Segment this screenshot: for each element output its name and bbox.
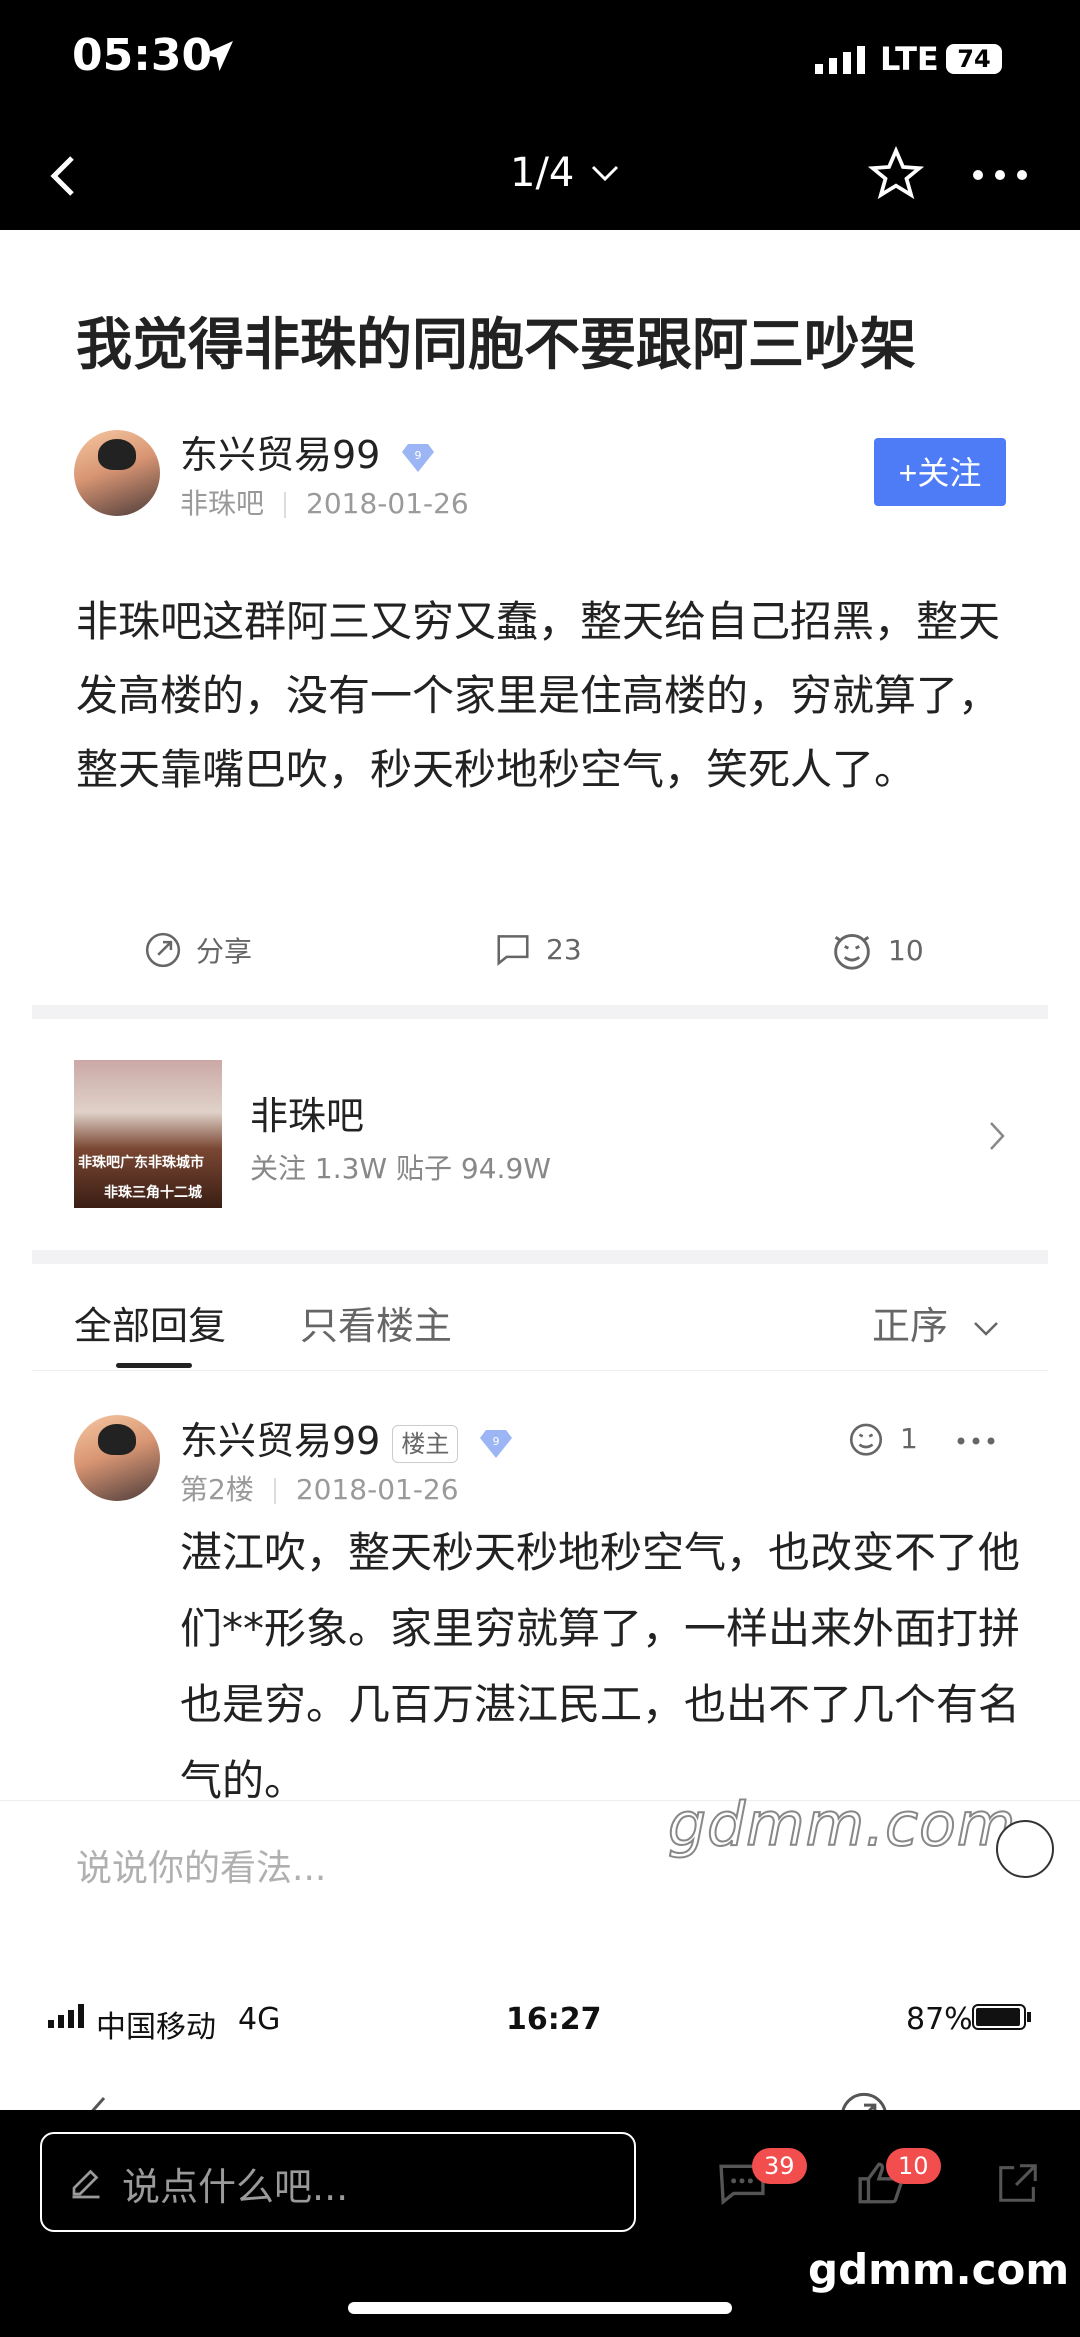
- post-meta: 非珠吧 2018-01-26: [180, 482, 469, 522]
- watermark: gdmm.com: [667, 1789, 1017, 1861]
- location-arrow-icon: [203, 41, 233, 71]
- level-badge-icon: 9: [480, 1429, 513, 1458]
- divider: [32, 1005, 1048, 1019]
- thumb-caption-1: 非珠吧广东非珠城市: [78, 1155, 204, 1171]
- level-badge-icon: 9: [402, 443, 435, 472]
- share-icon: [145, 932, 181, 968]
- signal-icon: [815, 46, 865, 74]
- tab-owner-only[interactable]: 只看楼主: [300, 1295, 452, 1350]
- chevron-down-icon: [974, 1321, 998, 1336]
- chevron-down-icon[interactable]: [590, 164, 620, 184]
- share-button[interactable]: 分享: [144, 930, 252, 970]
- avatar[interactable]: [74, 430, 160, 516]
- reply-date: 2018-01-26: [295, 1473, 459, 1506]
- reply-like-count: 1: [900, 1421, 918, 1455]
- divider: [32, 1250, 1048, 1264]
- top-nav: 1/4: [0, 120, 1080, 230]
- level-badge-number: 9: [493, 1435, 500, 1448]
- chevron-right-icon[interactable]: [988, 1120, 1006, 1152]
- like-count-badge: 10: [886, 2148, 941, 2184]
- like-button[interactable]: 10: [830, 930, 924, 970]
- battery-icon: [972, 2004, 1031, 2030]
- author-name-text[interactable]: 东兴贸易99: [180, 433, 380, 477]
- reply-meta: 第2楼 2018-01-26: [180, 1468, 459, 1508]
- post-date: 2018-01-26: [306, 487, 469, 520]
- reply-floor: 第2楼: [180, 1473, 254, 1506]
- pencil-icon: [72, 2169, 100, 2199]
- post-title: 我觉得非珠的同胞不要跟阿三吵架: [76, 313, 916, 378]
- owner-tag: 楼主: [392, 1424, 459, 1463]
- status-bar: 05:30 LTE 74: [0, 0, 1080, 120]
- meta-separator: [273, 1478, 276, 1504]
- more-icon[interactable]: [972, 168, 1028, 182]
- reply-like-button[interactable]: 1: [846, 1420, 918, 1456]
- clock: 05:30: [72, 30, 213, 81]
- star-icon[interactable]: [868, 146, 924, 202]
- author-name[interactable]: 东兴贸易99 9: [180, 424, 436, 479]
- page-indicator[interactable]: 1/4: [510, 150, 574, 196]
- network-type: LTE: [880, 40, 939, 78]
- post-content: 我觉得非珠的同胞不要跟阿三吵架 东兴贸易99 9 非珠吧 2018-01-26 +…: [0, 230, 1080, 2180]
- carrier: 中国移动: [96, 2010, 216, 2045]
- divider: [32, 1370, 1048, 1371]
- forum-card-stats: 关注 1.3W 贴子 94.9W: [250, 1152, 551, 1185]
- forum-card-name[interactable]: 非珠吧: [250, 1085, 364, 1140]
- follow-button[interactable]: +关注: [874, 438, 1006, 506]
- like-count: 10: [888, 933, 924, 967]
- post-body: 非珠吧这群阿三又穷又蠢，整天给自己招黑，整天发高楼的，没有一个家里是住高楼的，穷…: [76, 597, 1001, 794]
- share-icon[interactable]: [994, 2160, 1042, 2206]
- reply-input[interactable]: 说点什么吧...: [40, 2132, 636, 2232]
- inner-battery-text: 87%: [906, 2002, 973, 2037]
- inner-status-bar: 中国移动 4G 16:27 87%: [0, 1980, 1080, 2060]
- level-badge-number: 9: [415, 449, 422, 462]
- share-label: 分享: [196, 935, 253, 968]
- tab-all-replies[interactable]: 全部回复: [74, 1295, 226, 1350]
- sort-label: 正序: [872, 1304, 949, 1348]
- comment-icon: [497, 935, 529, 966]
- forum-thumbnail[interactable]: 非珠吧广东非珠城市 非珠三角十二城: [74, 1060, 222, 1208]
- more-icon[interactable]: [956, 1436, 996, 1446]
- inner-network: 4G: [238, 2002, 281, 2037]
- watermark-bottom: gdmm.com: [808, 2245, 1070, 2294]
- signal-icon: [48, 2004, 84, 2028]
- active-tab-indicator: [116, 1363, 192, 1368]
- reply-text: 湛江吹，整天秒天秒地秒空气，也改变不了他们**形象。家里穷就算了，一样出来外面打…: [180, 1528, 1021, 1805]
- forum-link[interactable]: 非珠吧: [180, 487, 264, 520]
- home-indicator[interactable]: [348, 2302, 732, 2314]
- comment-input[interactable]: 说说你的看法...: [76, 1839, 326, 1891]
- reply-avatar[interactable]: [74, 1415, 160, 1501]
- comment-count: 23: [546, 932, 582, 966]
- comments-button[interactable]: 23: [494, 930, 582, 968]
- like-face-icon: [834, 934, 870, 970]
- back-icon[interactable]: [48, 154, 76, 198]
- sticker-face-icon: [996, 1820, 1054, 1878]
- sort-dropdown[interactable]: 正序: [872, 1295, 1000, 1350]
- like-face-icon: [849, 1423, 883, 1456]
- meta-separator: [284, 492, 287, 518]
- reply-author[interactable]: 东兴贸易99 楼主 9: [180, 1410, 514, 1465]
- battery-level: 74: [946, 44, 1002, 74]
- comment-count-badge: 39: [752, 2148, 807, 2184]
- inner-clock: 16:27: [506, 2002, 602, 2037]
- thumb-caption-2: 非珠三角十二城: [104, 1185, 202, 1201]
- reply-input-placeholder: 说点什么吧...: [122, 2165, 349, 2209]
- reply-author-text[interactable]: 东兴贸易99: [180, 1419, 380, 1463]
